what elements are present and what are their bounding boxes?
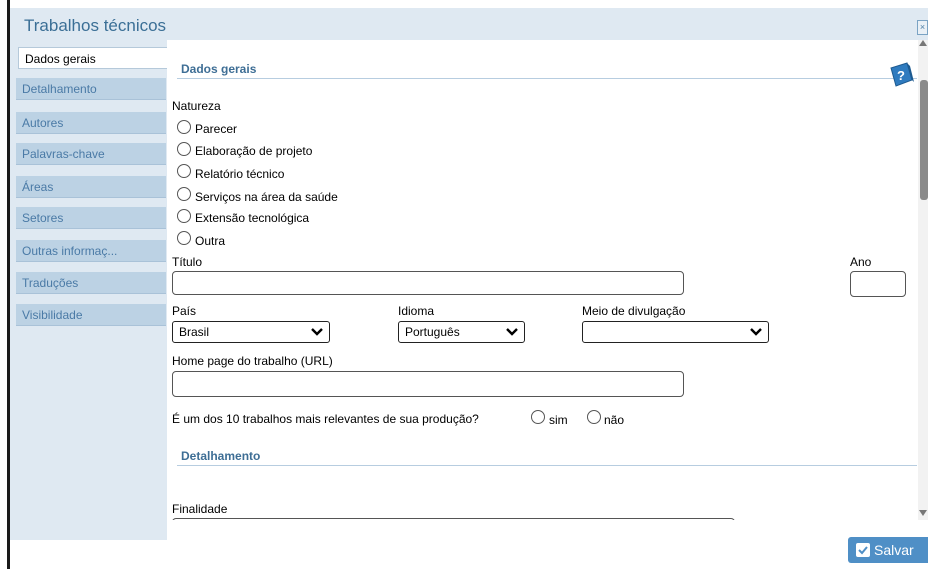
titulo-input[interactable]	[172, 271, 684, 295]
vertical-scrollbar[interactable]	[918, 40, 928, 520]
scroll-up-arrow-icon[interactable]	[919, 40, 927, 46]
tab-detalhamento[interactable]: Detalhamento	[16, 78, 166, 100]
titulo-label: Título	[172, 255, 203, 269]
chevron-down-icon	[750, 328, 762, 336]
radio-parecer[interactable]	[177, 120, 191, 134]
help-icon[interactable]: ?	[887, 60, 915, 90]
svg-text:?: ?	[897, 68, 905, 83]
idioma-select[interactable]: Português	[398, 321, 525, 343]
radio-extensao-tecnologica[interactable]	[177, 209, 191, 223]
section-divider	[177, 78, 917, 79]
tab-areas[interactable]: Áreas	[16, 176, 166, 198]
finalidade-label: Finalidade	[172, 502, 228, 516]
radio-label-parecer: Parecer	[195, 122, 238, 136]
radio-label-nao: não	[604, 413, 625, 427]
close-icon[interactable]: ×	[917, 20, 928, 35]
radio-elaboracao-projeto[interactable]	[177, 142, 191, 156]
window-titlebar: Trabalhos técnicos ×	[10, 8, 928, 40]
section-divider	[177, 465, 917, 466]
radio-label-outra: Outra	[195, 234, 226, 248]
relevante-question: É um dos 10 trabalhos mais relevantes de…	[172, 412, 479, 426]
meio-divulgacao-select[interactable]	[582, 321, 769, 343]
radio-label-sim: sim	[549, 413, 568, 427]
tab-traducoes[interactable]: Traduções	[16, 272, 166, 294]
pais-select[interactable]: Brasil	[172, 321, 330, 343]
idioma-label: Idioma	[398, 304, 435, 318]
radio-relevante-sim[interactable]	[531, 410, 545, 424]
tab-visibilidade[interactable]: Visibilidade	[16, 304, 166, 326]
section-title-detalhamento: Detalhamento	[181, 449, 261, 463]
radio-relevante-nao[interactable]	[587, 410, 601, 424]
radio-label-extensao-tecnologica: Extensão tecnológica	[195, 211, 310, 225]
tab-dados-gerais[interactable]: Dados gerais	[18, 47, 168, 69]
tab-setores[interactable]: Setores	[16, 207, 166, 229]
radio-label-elaboracao-projeto: Elaboração de projeto	[195, 144, 313, 158]
tab-autores[interactable]: Autores	[16, 112, 166, 134]
pais-select-value: Brasil	[179, 325, 210, 339]
ano-input[interactable]	[850, 271, 906, 297]
ano-label: Ano	[850, 255, 872, 269]
chevron-down-icon	[506, 328, 518, 336]
check-icon	[856, 543, 870, 557]
finalidade-input[interactable]	[172, 518, 735, 520]
sidebar: Dados gerais Detalhamento Autores Palavr…	[10, 40, 168, 540]
form-content: Dados gerais ? Natureza Parecer Elaboraç…	[167, 40, 918, 520]
radio-outra[interactable]	[177, 231, 191, 245]
tab-outras-informacoes[interactable]: Outras informaç...	[16, 240, 166, 262]
scrollbar-thumb[interactable]	[920, 80, 928, 200]
radio-relatorio-tecnico[interactable]	[177, 164, 191, 178]
radio-label-servicos-saude: Serviços na área da saúde	[195, 190, 338, 204]
window-title: Trabalhos técnicos	[24, 16, 167, 35]
meio-divulgacao-label: Meio de divulgação	[582, 304, 686, 318]
natureza-label: Natureza	[172, 99, 221, 113]
idioma-select-value: Português	[405, 325, 460, 339]
section-title-dados-gerais: Dados gerais	[181, 62, 257, 76]
radio-servicos-saude[interactable]	[177, 187, 191, 201]
pais-label: País	[172, 304, 197, 318]
save-button-label: Salvar	[874, 542, 914, 558]
chevron-down-icon	[311, 328, 323, 336]
save-button[interactable]: Salvar	[848, 537, 928, 563]
homepage-input[interactable]	[172, 371, 684, 397]
tab-palavras-chave[interactable]: Palavras-chave	[16, 143, 166, 165]
scroll-down-arrow-icon[interactable]	[919, 510, 927, 516]
radio-label-relatorio-tecnico: Relatório técnico	[195, 167, 285, 181]
homepage-label: Home page do trabalho (URL)	[172, 354, 333, 368]
